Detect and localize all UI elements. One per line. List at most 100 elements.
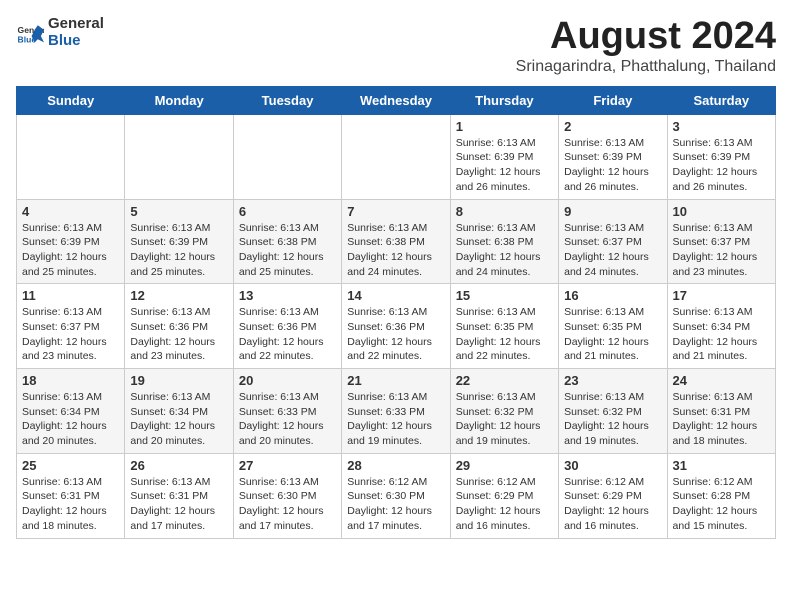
- calendar-cell: 13 Sunrise: 6:13 AM Sunset: 6:36 PM Dayli…: [233, 284, 341, 369]
- header-monday: Monday: [125, 86, 233, 114]
- day-detail: Sunrise: 6:12 AM Sunset: 6:28 PM Dayligh…: [673, 475, 770, 534]
- day-number: 26: [130, 458, 227, 473]
- calendar-cell: 6 Sunrise: 6:13 AM Sunset: 6:38 PM Daylig…: [233, 199, 341, 284]
- calendar-cell: 2 Sunrise: 6:13 AM Sunset: 6:39 PM Daylig…: [559, 114, 667, 199]
- calendar-cell: 18 Sunrise: 6:13 AM Sunset: 6:34 PM Dayli…: [17, 369, 125, 454]
- header: General Blue General Blue August 2024 Sr…: [16, 16, 776, 76]
- calendar-cell: [17, 114, 125, 199]
- day-number: 17: [673, 288, 770, 303]
- day-detail: Sunrise: 6:13 AM Sunset: 6:38 PM Dayligh…: [456, 221, 553, 280]
- week-row-4: 18 Sunrise: 6:13 AM Sunset: 6:34 PM Dayli…: [17, 369, 776, 454]
- day-number: 14: [347, 288, 444, 303]
- title-area: August 2024 Srinagarindra, Phatthalung, …: [516, 16, 776, 76]
- logo-icon: General Blue: [16, 19, 44, 47]
- day-detail: Sunrise: 6:13 AM Sunset: 6:39 PM Dayligh…: [22, 221, 119, 280]
- calendar-cell: 26 Sunrise: 6:13 AM Sunset: 6:31 PM Dayli…: [125, 453, 233, 538]
- day-detail: Sunrise: 6:13 AM Sunset: 6:34 PM Dayligh…: [22, 390, 119, 449]
- day-detail: Sunrise: 6:12 AM Sunset: 6:29 PM Dayligh…: [564, 475, 661, 534]
- day-number: 10: [673, 204, 770, 219]
- day-number: 25: [22, 458, 119, 473]
- calendar-cell: [125, 114, 233, 199]
- day-detail: Sunrise: 6:13 AM Sunset: 6:39 PM Dayligh…: [564, 136, 661, 195]
- day-detail: Sunrise: 6:12 AM Sunset: 6:30 PM Dayligh…: [347, 475, 444, 534]
- day-number: 18: [22, 373, 119, 388]
- calendar-cell: 15 Sunrise: 6:13 AM Sunset: 6:35 PM Dayli…: [450, 284, 558, 369]
- day-number: 9: [564, 204, 661, 219]
- header-tuesday: Tuesday: [233, 86, 341, 114]
- header-saturday: Saturday: [667, 86, 775, 114]
- calendar-cell: 5 Sunrise: 6:13 AM Sunset: 6:39 PM Daylig…: [125, 199, 233, 284]
- day-number: 1: [456, 119, 553, 134]
- calendar-cell: 4 Sunrise: 6:13 AM Sunset: 6:39 PM Daylig…: [17, 199, 125, 284]
- day-detail: Sunrise: 6:13 AM Sunset: 6:32 PM Dayligh…: [456, 390, 553, 449]
- day-detail: Sunrise: 6:13 AM Sunset: 6:31 PM Dayligh…: [130, 475, 227, 534]
- day-detail: Sunrise: 6:13 AM Sunset: 6:37 PM Dayligh…: [22, 305, 119, 364]
- day-detail: Sunrise: 6:12 AM Sunset: 6:29 PM Dayligh…: [456, 475, 553, 534]
- day-detail: Sunrise: 6:13 AM Sunset: 6:34 PM Dayligh…: [673, 305, 770, 364]
- week-row-5: 25 Sunrise: 6:13 AM Sunset: 6:31 PM Dayli…: [17, 453, 776, 538]
- calendar-cell: 12Sunrise: 6:13 AM Sunset: 6:36 PM Dayli…: [125, 284, 233, 369]
- logo-blue: Blue: [48, 32, 81, 49]
- calendar-cell: 16Sunrise: 6:13 AM Sunset: 6:35 PM Dayli…: [559, 284, 667, 369]
- day-number: 30: [564, 458, 661, 473]
- calendar-cell: 14 Sunrise: 6:13 AM Sunset: 6:36 PM Dayli…: [342, 284, 450, 369]
- day-number: 29: [456, 458, 553, 473]
- calendar-cell: 31 Sunrise: 6:12 AM Sunset: 6:28 PM Dayli…: [667, 453, 775, 538]
- calendar-cell: 10 Sunrise: 6:13 AM Sunset: 6:37 PM Dayli…: [667, 199, 775, 284]
- calendar-cell: 22 Sunrise: 6:13 AM Sunset: 6:32 PM Dayli…: [450, 369, 558, 454]
- day-detail: Sunrise: 6:13 AM Sunset: 6:31 PM Dayligh…: [22, 475, 119, 534]
- calendar-cell: 23 Sunrise: 6:13 AM Sunset: 6:32 PM Dayli…: [559, 369, 667, 454]
- day-number: 5: [130, 204, 227, 219]
- day-number: 12: [130, 288, 227, 303]
- day-detail: Sunrise: 6:13 AM Sunset: 6:39 PM Dayligh…: [130, 221, 227, 280]
- calendar-cell: 29 Sunrise: 6:12 AM Sunset: 6:29 PM Dayli…: [450, 453, 558, 538]
- day-detail: Sunrise: 6:13 AM Sunset: 6:34 PM Dayligh…: [130, 390, 227, 449]
- day-detail: Sunrise: 6:13 AM Sunset: 6:36 PM Dayligh…: [347, 305, 444, 364]
- day-detail: Sunrise: 6:13 AM Sunset: 6:33 PM Dayligh…: [347, 390, 444, 449]
- day-number: 3: [673, 119, 770, 134]
- day-number: 31: [673, 458, 770, 473]
- calendar-cell: 24 Sunrise: 6:13 AM Sunset: 6:31 PM Dayli…: [667, 369, 775, 454]
- calendar-table: SundayMondayTuesdayWednesdayThursdayFrid…: [16, 86, 776, 539]
- day-number: 13: [239, 288, 336, 303]
- day-detail: Sunrise: 6:13 AM Sunset: 6:35 PM Dayligh…: [456, 305, 553, 364]
- day-detail: Sunrise: 6:13 AM Sunset: 6:36 PM Dayligh…: [239, 305, 336, 364]
- day-number: 4: [22, 204, 119, 219]
- day-detail: Sunrise: 6:13 AM Sunset: 6:33 PM Dayligh…: [239, 390, 336, 449]
- location-subtitle: Srinagarindra, Phatthalung, Thailand: [516, 58, 776, 76]
- calendar-cell: 28 Sunrise: 6:12 AM Sunset: 6:30 PM Dayli…: [342, 453, 450, 538]
- day-number: 21: [347, 373, 444, 388]
- day-detail: Sunrise: 6:13 AM Sunset: 6:30 PM Dayligh…: [239, 475, 336, 534]
- day-detail: Sunrise: 6:13 AM Sunset: 6:39 PM Dayligh…: [456, 136, 553, 195]
- calendar-cell: 19Sunrise: 6:13 AM Sunset: 6:34 PM Dayli…: [125, 369, 233, 454]
- month-year-title: August 2024: [516, 16, 776, 58]
- day-number: 24: [673, 373, 770, 388]
- calendar-cell: 21 Sunrise: 6:13 AM Sunset: 6:33 PM Dayli…: [342, 369, 450, 454]
- day-number: 2: [564, 119, 661, 134]
- day-number: 23: [564, 373, 661, 388]
- day-number: 15: [456, 288, 553, 303]
- calendar-cell: 17 Sunrise: 6:13 AM Sunset: 6:34 PM Dayli…: [667, 284, 775, 369]
- day-detail: Sunrise: 6:13 AM Sunset: 6:32 PM Dayligh…: [564, 390, 661, 449]
- day-number: 28: [347, 458, 444, 473]
- day-number: 22: [456, 373, 553, 388]
- week-row-1: 1 Sunrise: 6:13 AM Sunset: 6:39 PM Daylig…: [17, 114, 776, 199]
- calendar-cell: 7Sunrise: 6:13 AM Sunset: 6:38 PM Daylig…: [342, 199, 450, 284]
- calendar-cell: 8Sunrise: 6:13 AM Sunset: 6:38 PM Daylig…: [450, 199, 558, 284]
- calendar-cell: 27Sunrise: 6:13 AM Sunset: 6:30 PM Dayli…: [233, 453, 341, 538]
- calendar-cell: [233, 114, 341, 199]
- week-row-2: 4 Sunrise: 6:13 AM Sunset: 6:39 PM Daylig…: [17, 199, 776, 284]
- calendar-cell: 20Sunrise: 6:13 AM Sunset: 6:33 PM Dayli…: [233, 369, 341, 454]
- day-detail: Sunrise: 6:13 AM Sunset: 6:38 PM Dayligh…: [347, 221, 444, 280]
- day-detail: Sunrise: 6:13 AM Sunset: 6:37 PM Dayligh…: [564, 221, 661, 280]
- header-friday: Friday: [559, 86, 667, 114]
- calendar-cell: 3Sunrise: 6:13 AM Sunset: 6:39 PM Daylig…: [667, 114, 775, 199]
- day-number: 6: [239, 204, 336, 219]
- day-detail: Sunrise: 6:13 AM Sunset: 6:37 PM Dayligh…: [673, 221, 770, 280]
- calendar-cell: 30 Sunrise: 6:12 AM Sunset: 6:29 PM Dayli…: [559, 453, 667, 538]
- day-detail: Sunrise: 6:13 AM Sunset: 6:38 PM Dayligh…: [239, 221, 336, 280]
- logo: General Blue General Blue: [16, 16, 104, 49]
- day-detail: Sunrise: 6:13 AM Sunset: 6:31 PM Dayligh…: [673, 390, 770, 449]
- day-number: 11: [22, 288, 119, 303]
- week-row-3: 11 Sunrise: 6:13 AM Sunset: 6:37 PM Dayli…: [17, 284, 776, 369]
